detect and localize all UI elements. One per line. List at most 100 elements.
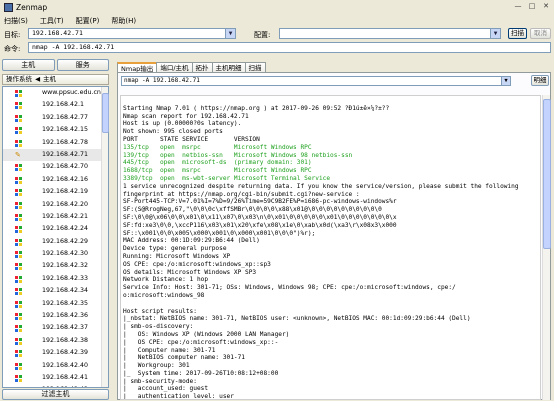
target-label: 目标:: [4, 31, 21, 39]
scan-select-combobox[interactable]: nmap -A 192.168.42.71 ▼: [121, 76, 511, 86]
chevron-down-icon[interactable]: ▼: [225, 29, 235, 38]
command-input[interactable]: nmap -A 192.168.42.71: [28, 42, 551, 53]
windows-os-icon: [15, 139, 23, 147]
zenmap-window: Zenmap — □ ✕ 扫描(S) 工具(T) 配置(P) 帮助(H) 目标:…: [0, 0, 554, 401]
filter-hosts-button[interactable]: 过滤主机: [2, 389, 109, 400]
output-line: Running: Microsoft Windows XP: [123, 252, 231, 260]
maximize-button[interactable]: □: [526, 1, 538, 11]
output-line: 1688/tcp open msrpc Microsoft Windows RP…: [123, 167, 312, 175]
windows-os-icon: [15, 387, 23, 388]
host-row[interactable]: 192.168.42.24: [3, 223, 108, 235]
windows-os-icon: [15, 362, 23, 370]
host-address: 192.168.42.42: [42, 384, 88, 387]
output-line: Device type: general purpose: [123, 245, 227, 253]
output-line: PORT STATE SERVICE VERSION: [123, 135, 260, 143]
host-row[interactable]: 192.168.42.77: [3, 112, 108, 124]
tab-services[interactable]: 服务: [56, 59, 109, 71]
host-address: 192.168.42.32: [42, 262, 89, 270]
host-row[interactable]: 192.168.42.15: [3, 124, 108, 136]
sort-arrow-icon: ◀: [35, 75, 41, 83]
scrollbar-thumb[interactable]: [543, 99, 551, 249]
host-row[interactable]: ✎ 192.168.42.71: [3, 148, 108, 162]
scan-button[interactable]: 扫描: [508, 28, 527, 39]
host-address: 192.168.42.41: [42, 373, 89, 381]
host-column-header[interactable]: 主机: [43, 75, 56, 84]
host-row[interactable]: 192.168.42.38: [3, 335, 108, 347]
host-row[interactable]: 192.168.42.78: [3, 137, 108, 149]
windows-os-icon: [15, 176, 23, 184]
host-row[interactable]: 192.168.42.42: [3, 384, 108, 388]
host-row[interactable]: 192.168.42.70: [3, 161, 108, 173]
host-row[interactable]: 192.168.42.40: [3, 360, 108, 372]
scan-select-value: nmap -A 192.168.42.71: [124, 77, 200, 84]
scrollbar-thumb[interactable]: [102, 93, 109, 133]
output-line: SF:fd:xe3\0\0,\xccP116\x03\x01\x20\xfe\x…: [123, 221, 397, 229]
output-line: SF:(S@RrogNeg,67,"\0\0\0c\xffSMBr\0\0\0\…: [123, 206, 382, 214]
output-line: 445/tcp open microsoft-ds (primary domai…: [123, 159, 312, 167]
chevron-down-icon[interactable]: ▼: [490, 29, 500, 38]
target-combobox[interactable]: 192.168.42.71 ▼: [28, 28, 236, 39]
windows-os-icon: [15, 313, 23, 320]
host-address: 192.168.42.40: [42, 361, 89, 369]
host-row[interactable]: 192.168.42.1: [3, 99, 108, 111]
window-title: Zenmap: [16, 2, 48, 12]
host-row[interactable]: 192.168.42.34: [3, 285, 108, 297]
windows-os-icon: [15, 114, 23, 122]
host-address: 192.168.42.24: [42, 225, 89, 233]
windows-os-icon: [15, 325, 23, 332]
host-address: 192.168.42.33: [42, 274, 89, 282]
host-row[interactable]: 192.168.42.36: [3, 310, 108, 322]
host-row[interactable]: 192.168.42.20: [3, 199, 108, 211]
details-button[interactable]: 明细: [531, 75, 549, 86]
command-row: 命令: nmap -A 192.168.42.71: [0, 42, 554, 55]
windows-os-icon: [15, 300, 23, 308]
windows-os-icon: [15, 288, 23, 295]
output-line: MAC Address: 00:1D:09:29:B6:44 (Dell): [123, 237, 260, 245]
host-row[interactable]: www.ppsuc.edu.cn: [3, 87, 108, 99]
host-row[interactable]: 192.168.42.21: [3, 211, 108, 223]
host-address: 192.168.42.19: [42, 188, 89, 196]
host-row[interactable]: 192.168.42.19: [3, 186, 108, 198]
close-button[interactable]: ✕: [540, 1, 552, 11]
chevron-down-icon[interactable]: ▼: [501, 77, 510, 85]
profile-combobox[interactable]: ▼: [279, 28, 501, 39]
host-address: 192.168.42.29: [42, 237, 89, 245]
host-row[interactable]: 192.168.42.37: [3, 322, 108, 334]
host-row[interactable]: 192.168.42.41: [3, 372, 108, 384]
minimize-button[interactable]: —: [512, 1, 524, 11]
output-line: Nmap scan report for 192.168.42.71: [123, 112, 249, 120]
output-line: | Computer name: 301-71: [123, 346, 216, 354]
host-list-scrollbar[interactable]: [101, 87, 109, 387]
menu-help[interactable]: 帮助(H): [111, 16, 136, 26]
host-row[interactable]: 192.168.42.35: [3, 298, 108, 310]
cancel-button[interactable]: 取消: [530, 28, 551, 39]
output-scrollbar[interactable]: [542, 95, 551, 400]
output-line: | Workgroup: 301: [123, 362, 190, 370]
windows-os-icon: [15, 275, 23, 283]
output-line: | NetBIOS computer name: 301-71: [123, 354, 246, 362]
target-row: 目标: 192.168.42.71 ▼ 配置: ▼ 扫描 取消: [0, 28, 554, 41]
left-view-tabs: 主机 服务: [2, 59, 109, 71]
host-row[interactable]: 192.168.42.32: [3, 260, 108, 272]
host-address: 192.168.42.20: [42, 200, 89, 208]
output-line: | account_used: guest: [123, 385, 209, 393]
os-column-header[interactable]: 操作系统: [6, 75, 32, 83]
host-address: 192.168.42.15: [42, 126, 89, 134]
nmap-output-text[interactable]: Starting Nmap 7.01 ( https://nmap.org ) …: [120, 95, 541, 400]
host-address: 192.168.42.38: [42, 336, 89, 344]
menu-tools[interactable]: 工具(T): [40, 16, 64, 26]
target-value: 192.168.42.71: [32, 29, 83, 37]
host-row[interactable]: 192.168.42.30: [3, 248, 108, 260]
host-list-header: 操作系统 ◀ 主机: [2, 74, 109, 85]
tab-hosts[interactable]: 主机: [2, 59, 55, 71]
host-row[interactable]: 192.168.42.39: [3, 347, 108, 359]
menu-scan[interactable]: 扫描(S): [4, 16, 28, 26]
host-address: 192.168.42.37: [42, 324, 89, 332]
host-row[interactable]: 192.168.42.29: [3, 236, 108, 248]
host-row[interactable]: 192.168.42.33: [3, 273, 108, 285]
host-row[interactable]: 192.168.42.16: [3, 174, 108, 186]
menu-profile[interactable]: 配置(P): [76, 16, 100, 26]
windows-os-icon: [15, 201, 23, 209]
